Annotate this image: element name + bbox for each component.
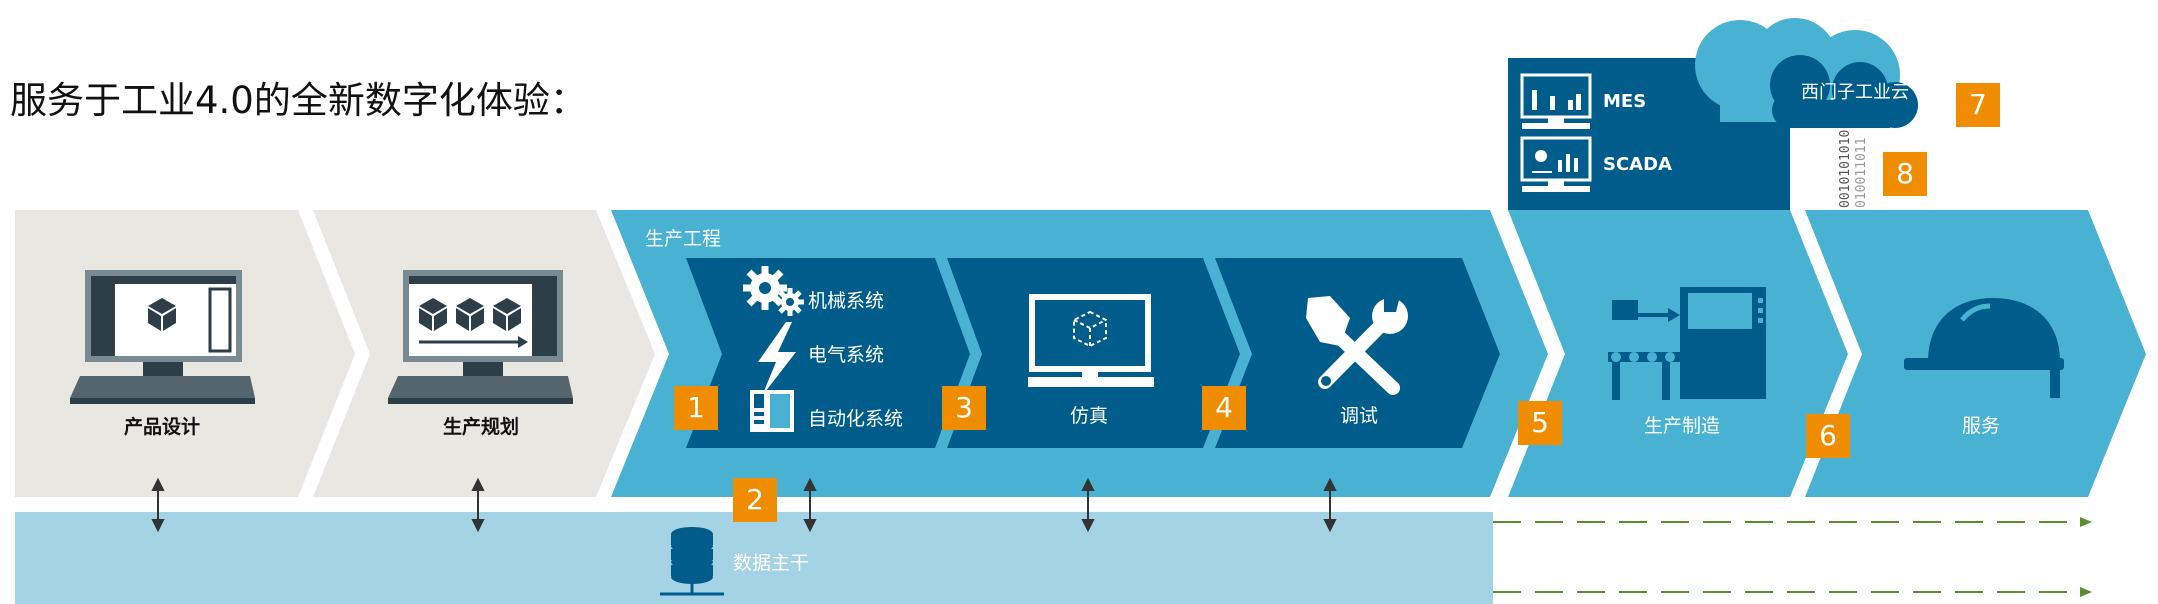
data-flow-arrowhead-1: [2080, 517, 2092, 527]
cloud-icon: [1695, 18, 1918, 128]
label-simulation: 仿真: [1070, 405, 1109, 427]
step-badge-6: 6: [1806, 414, 1850, 458]
step-badge-1: 1: [674, 386, 718, 430]
binary-line: 0010101010: [1838, 129, 1853, 208]
label-product-design: 产品设计: [124, 416, 201, 438]
label-production-engineering: 生产工程: [645, 228, 722, 250]
label-production: 生产制造: [1644, 415, 1721, 437]
label-mechanical-system: 机械系统: [808, 290, 885, 312]
step-badge-7: 7: [1956, 83, 2000, 127]
laptop-icon: [70, 270, 255, 404]
label-data-backbone: 数据主干: [733, 552, 810, 574]
step-badge-4: 4: [1202, 386, 1246, 430]
label-cloud: 西门子工业云: [1801, 82, 1909, 103]
step-badge-5: 5: [1518, 401, 1562, 445]
data-flow-arrowhead-2: [2080, 587, 2092, 597]
diagram-stage: 服务于工业4.0的全新数字化体验： 产品设计 生产规划 生产工程 机械系统 电气…: [0, 0, 2158, 604]
label-mes: MES: [1603, 91, 1647, 112]
step-badge-2: 2: [733, 478, 777, 522]
step-badge-8: 8: [1883, 152, 1927, 196]
label-service: 服务: [1962, 415, 2001, 437]
binary-line: 010011011: [1854, 137, 1869, 208]
binary-code-text: 0010101010 010011011: [1838, 130, 1870, 208]
page-title: 服务于工业4.0的全新数字化体验：: [10, 79, 587, 122]
step-badge-3: 3: [942, 386, 986, 430]
label-electrical-system: 电气系统: [808, 344, 885, 366]
label-commissioning: 调试: [1340, 405, 1379, 427]
label-scada: SCADA: [1603, 154, 1672, 175]
laptop-icon: [388, 270, 573, 404]
plc-icon: [750, 390, 794, 432]
label-automation-system: 自动化系统: [808, 408, 904, 430]
label-production-planning: 生产规划: [443, 416, 520, 438]
